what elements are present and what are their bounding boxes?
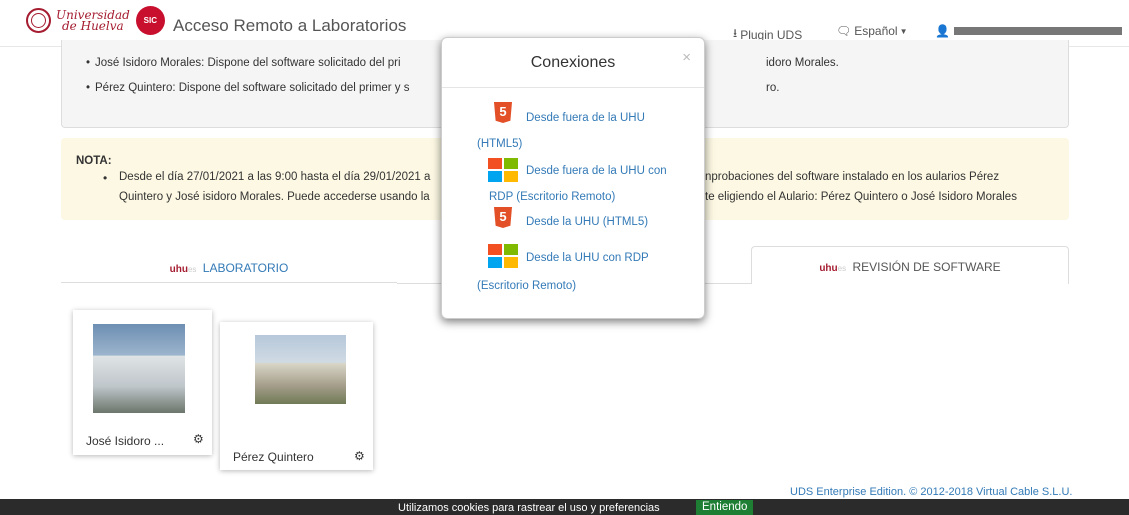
user-menu[interactable]: 👤 [935,24,1122,38]
app-title[interactable]: Acceso Remoto a Laboratorios [173,16,406,36]
university-seal-icon [26,8,51,33]
chat-bubble-icon: 🗨 [836,24,852,38]
conn-inside-html5-link[interactable]: Desde la UHU (HTML5) [526,216,648,228]
modal-title: Conexiones [530,54,616,71]
list-item-tail: idoro Morales. [766,57,839,69]
connections-modal: Conexiones × 5 Desde fuera de la UHU (HT… [441,37,705,319]
list-item: Pérez Quintero: Dispone del software sol… [86,82,409,94]
bullet: • [103,171,108,185]
windows-icon [488,244,519,270]
sic-logo-icon: SIC [135,6,165,35]
tab-label: REVISIÓN DE SOFTWARE [852,260,1001,274]
conn-inside-rdp-link[interactable]: Desde la UHU con RDP [526,252,649,264]
uhu-logo-suffix: es [837,264,847,273]
cookie-accept-button[interactable]: Entiendo [696,500,754,515]
building-photo [93,324,185,413]
conn-outside-rdp-link[interactable]: Desde fuera de la UHU con [526,165,667,177]
modal-header-divider [442,87,704,88]
conn-outside-html5-link[interactable]: Desde fuera de la UHU [526,112,645,124]
university-name: Universidad de Huelva [56,9,130,33]
service-card-jose-isidoro[interactable]: José Isidoro ... ⚙ [73,310,212,455]
uhu-logo: uhu [819,263,838,274]
logo-text-line2: de Huelva [62,18,124,33]
tab-label: LABORATORIO [202,261,289,275]
gear-icon[interactable]: ⚙ [354,449,365,463]
uhu-logo: uhu [169,264,188,275]
redacted-user-name [953,27,1122,35]
windows-icon [488,158,519,184]
service-name: José Isidoro ... [86,434,165,448]
service-name: Pérez Quintero [233,450,314,464]
html5-icon: 5 [494,102,512,123]
service-card-perez-quintero[interactable]: Pérez Quintero ⚙ [220,322,373,470]
cookie-bar: Utilizamos cookies para rastrear el uso … [0,499,1129,515]
building-photo [255,335,346,404]
conn-outside-rdp-link-cont[interactable]: RDP (Escritorio Remoto) [489,191,615,203]
gear-icon[interactable]: ⚙ [193,432,204,446]
note-line1-left: Desde el día 27/01/2021 a las 9:00 hasta… [119,171,431,183]
note-line1-right: nprobaciones del software instalado en l… [705,171,1000,183]
tab-laboratorio[interactable]: uhues LABORATORIO [61,248,397,283]
user-icon: 👤 [935,24,950,38]
note-line2-left: Quintero y José isidoro Morales. Puede a… [119,191,430,203]
sic-logo-text: SIC [143,16,157,25]
tab-revision-software[interactable]: uhues REVISIÓN DE SOFTWARE [751,246,1069,284]
close-icon[interactable]: × [682,49,691,66]
list-item: José Isidoro Morales: Dispone del softwa… [86,57,401,69]
language-dropdown[interactable]: 🗨 Español ▼ [836,24,908,38]
note-line2-right: te eligiendo el Aulario: Pérez Quintero … [705,191,1017,203]
cookie-message: Utilizamos cookies para rastrear el uso … [398,502,660,514]
conn-inside-rdp-link-cont[interactable]: (Escritorio Remoto) [477,280,576,292]
list-item-tail: ro. [766,82,780,94]
conn-outside-html5-link-cont[interactable]: (HTML5) [477,138,522,150]
footer-copyright[interactable]: UDS Enterprise Edition. © 2012-2018 Virt… [790,486,1072,498]
note-title: NOTA: [76,155,112,167]
language-label: Español [854,24,898,38]
caret-down-icon: ▼ [899,26,908,36]
university-logo[interactable]: Universidad de Huelva SIC [26,6,165,35]
html5-icon: 5 [494,207,512,228]
uhu-logo-suffix: es [187,265,197,274]
